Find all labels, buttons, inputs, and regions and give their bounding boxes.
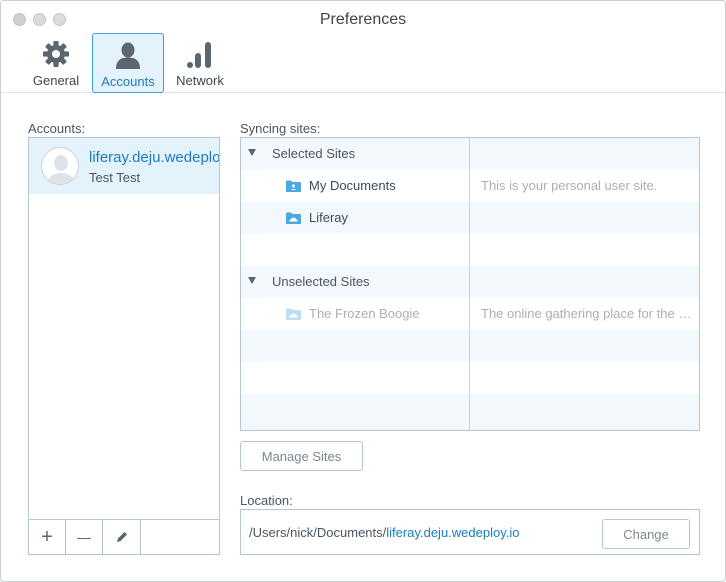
cloud-folder-icon (286, 212, 301, 224)
user-icon (116, 42, 140, 69)
site-row[interactable]: Liferay (241, 202, 699, 234)
tab-accounts[interactable]: Accounts (92, 33, 164, 93)
remove-account-button[interactable]: — (66, 520, 103, 554)
tab-general-label: General (32, 73, 80, 88)
site-description: This is your personal user site. (481, 178, 658, 193)
signal-bars-icon (187, 42, 211, 68)
empty-row (241, 234, 699, 266)
account-user: Test Test (89, 170, 141, 185)
group-row-selected[interactable]: Selected Sites (241, 138, 699, 170)
site-name: Liferay (309, 210, 349, 225)
tab-network-label: Network (176, 73, 224, 88)
avatar-placeholder-icon (41, 147, 79, 185)
disclosure-triangle-icon[interactable] (248, 277, 256, 284)
disclosure-triangle-icon[interactable] (248, 149, 256, 156)
toolbar: Preferences General Accounts Network (1, 1, 725, 93)
location-path-prefix: /Users/nick/Documents/ (249, 525, 387, 540)
location-field: /Users/nick/Documents/liferay.deju.wedep… (240, 509, 700, 555)
cloud-folder-icon (286, 308, 301, 320)
group-row-unselected[interactable]: Unselected Sites (241, 266, 699, 298)
empty-row (241, 394, 699, 430)
sites-table[interactable]: Selected Sites My Documents This is your… (240, 137, 700, 431)
site-row[interactable]: The Frozen Boogie The online gathering p… (241, 298, 699, 330)
accounts-label: Accounts: (28, 121, 86, 136)
site-row[interactable]: My Documents This is your personal user … (241, 170, 699, 202)
preferences-window: Preferences General Accounts Network Acc… (0, 0, 726, 582)
tab-general[interactable]: General (20, 33, 92, 93)
group-label: Selected Sites (272, 146, 356, 161)
account-row[interactable]: liferay.deju.wedeploy.io Test Test (29, 138, 219, 194)
window-title: Preferences (319, 11, 407, 28)
site-description: The online gathering place for the Froze… (481, 306, 693, 321)
tab-accounts-label: Accounts (101, 74, 155, 89)
change-location-button[interactable]: Change (602, 519, 690, 549)
syncing-sites-label: Syncing sites: (240, 121, 321, 136)
location-path-folder: liferay.deju.wedeploy.io (386, 525, 520, 540)
accounts-list[interactable]: liferay.deju.wedeploy.io Test Test + — (28, 137, 220, 555)
empty-row (241, 362, 699, 394)
empty-row (241, 330, 699, 362)
pencil-icon (116, 532, 127, 542)
add-account-button[interactable]: + (29, 520, 66, 554)
edit-account-button[interactable] (103, 520, 141, 554)
accounts-toolbar: + — (29, 519, 219, 554)
site-name: My Documents (309, 178, 396, 193)
account-name: liferay.deju.wedeploy.io (89, 149, 219, 166)
group-label: Unselected Sites (272, 274, 370, 289)
column-divider[interactable] (469, 138, 470, 430)
manage-sites-button[interactable]: Manage Sites (240, 441, 363, 471)
location-path: /Users/nick/Documents/liferay.deju.wedep… (249, 525, 519, 540)
tab-network[interactable]: Network (164, 33, 236, 93)
user-folder-icon (286, 180, 301, 192)
location-label: Location: (240, 493, 293, 508)
gear-icon (43, 41, 69, 67)
site-name: The Frozen Boogie (309, 306, 420, 321)
